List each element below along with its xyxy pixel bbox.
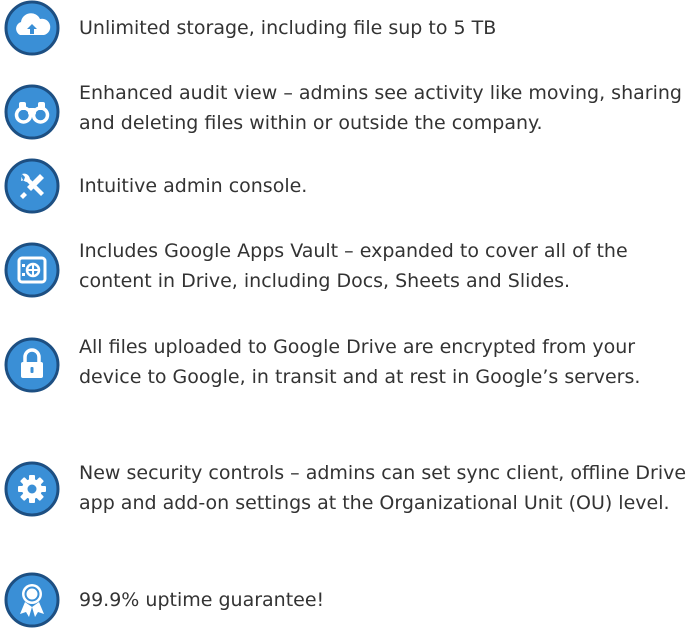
feature-item-encryption: All files uploaded to Google Drive are e… <box>0 332 697 422</box>
gear-icon <box>4 461 60 517</box>
feature-item-storage: Unlimited storage, including file sup to… <box>0 0 697 56</box>
feature-text-uptime: 99.9% uptime guarantee! <box>79 589 325 611</box>
feature-text-encryption: All files uploaded to Google Drive are e… <box>79 336 641 388</box>
lock-icon <box>4 337 60 393</box>
feature-text-security: New security controls – admins can set s… <box>79 462 687 514</box>
feature-text-audit: Enhanced audit view – admins see activit… <box>79 82 682 134</box>
feature-text-console: Intuitive admin console. <box>79 175 308 197</box>
award-ribbon-icon <box>4 572 60 628</box>
feature-item-security: New security controls – admins can set s… <box>0 458 697 548</box>
feature-item-console: Intuitive admin console. <box>0 158 697 214</box>
feature-item-audit: Enhanced audit view – admins see activit… <box>0 78 697 140</box>
feature-item-uptime: 99.9% uptime guarantee! <box>0 572 697 628</box>
feature-text-vault: Includes Google Apps Vault – expanded to… <box>79 240 628 292</box>
feature-item-vault: Includes Google Apps Vault – expanded to… <box>0 236 697 298</box>
feature-text-storage: Unlimited storage, including file sup to… <box>79 17 497 39</box>
binoculars-icon <box>4 84 60 140</box>
vault-icon <box>4 242 60 298</box>
cloud-upload-icon <box>4 0 60 56</box>
tools-icon <box>4 158 60 214</box>
